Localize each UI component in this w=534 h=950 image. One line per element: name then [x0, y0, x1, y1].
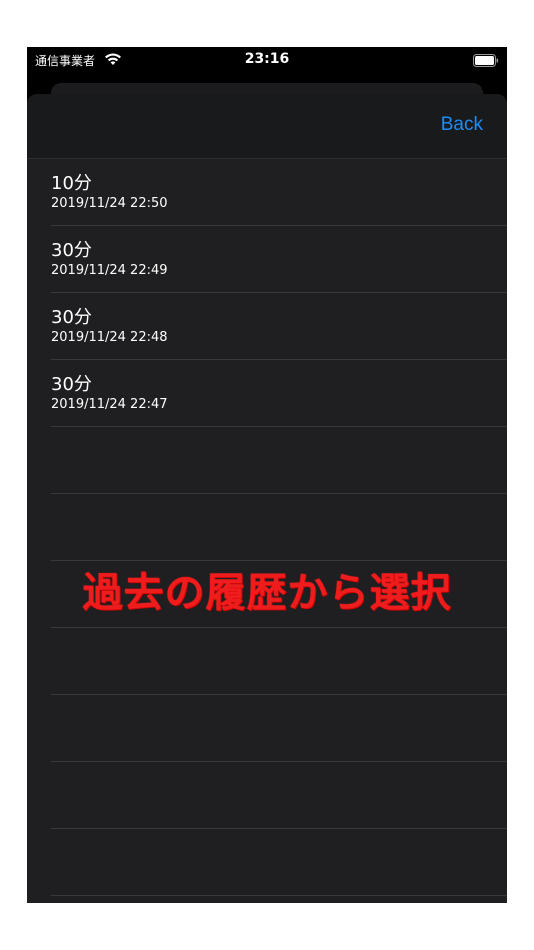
list-item[interactable]: 30分 2019/11/24 22:47	[51, 360, 507, 427]
history-list: 10分 2019/11/24 22:50 30分 2019/11/24 22:4…	[27, 159, 507, 896]
empty-row	[51, 829, 507, 896]
item-title: 10分	[51, 173, 92, 194]
empty-row	[51, 695, 507, 762]
empty-row	[51, 494, 507, 561]
item-date: 2019/11/24 22:49	[51, 263, 168, 278]
phone-screen: 通信事業者 23:16 Back 10分 2019/11/24 22:50 30…	[27, 47, 507, 903]
list-item[interactable]: 10分 2019/11/24 22:50	[51, 159, 507, 226]
item-date: 2019/11/24 22:47	[51, 397, 168, 412]
empty-row	[51, 628, 507, 695]
list-item[interactable]: 30分 2019/11/24 22:48	[51, 293, 507, 360]
list-item[interactable]: 30分 2019/11/24 22:49	[51, 226, 507, 293]
battery-icon	[473, 54, 499, 67]
back-button[interactable]: Back	[441, 114, 483, 136]
empty-row	[51, 762, 507, 829]
navigation-bar: Back	[27, 94, 507, 159]
empty-row	[51, 427, 507, 494]
item-title: 30分	[51, 374, 92, 395]
promo-caption: 過去の履歴から選択	[82, 570, 452, 616]
item-date: 2019/11/24 22:48	[51, 330, 168, 345]
item-title: 30分	[51, 240, 92, 261]
status-bar: 通信事業者 23:16	[27, 47, 507, 73]
item-date: 2019/11/24 22:50	[51, 196, 168, 211]
item-title: 30分	[51, 307, 92, 328]
status-time: 23:16	[244, 51, 290, 67]
history-sheet: Back 10分 2019/11/24 22:50 30分 2019/11/24…	[27, 94, 507, 903]
